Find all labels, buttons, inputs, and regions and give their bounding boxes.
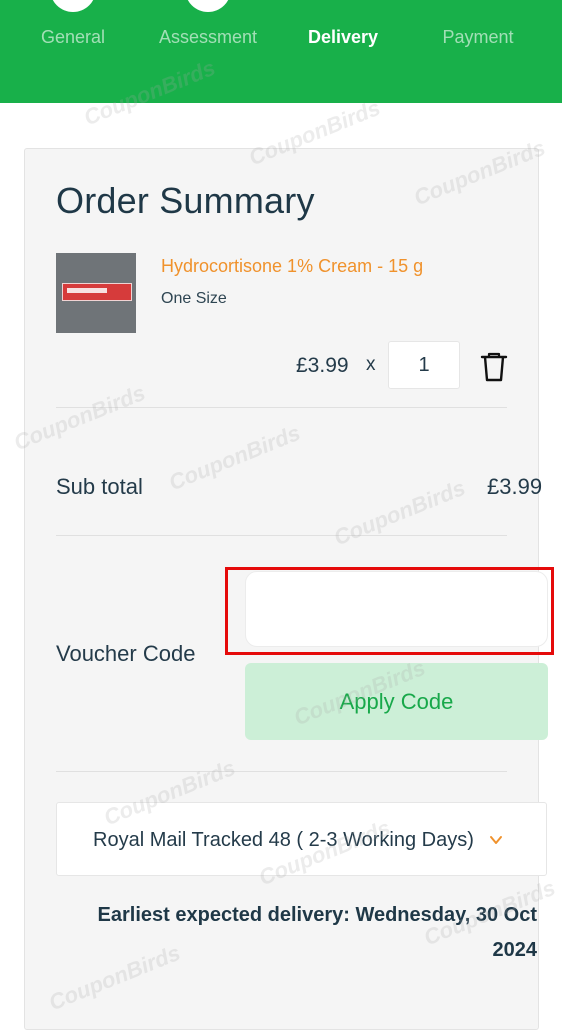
product-size: One Size [161, 290, 227, 307]
chevron-down-icon [490, 836, 502, 844]
times-symbol: x [366, 354, 376, 375]
step-assessment-circle [185, 0, 231, 12]
divider [56, 771, 507, 772]
product-name-link[interactable]: Hydrocortisone 1% Cream - 15 g [161, 256, 423, 277]
checkout-stepper: General Assessment Delivery Payment [0, 0, 562, 103]
step-general[interactable]: General [41, 27, 105, 48]
delivery-method-select[interactable]: Royal Mail Tracked 48 ( 2-3 Working Days… [56, 802, 547, 876]
voucher-code-label: Voucher Code [56, 641, 196, 666]
product-image [56, 253, 136, 333]
step-delivery[interactable]: Delivery [308, 27, 378, 48]
step-general-circle [50, 0, 96, 12]
apply-code-button[interactable]: Apply Code [245, 663, 548, 740]
trash-icon[interactable] [479, 351, 509, 383]
item-price: £3.99 [296, 354, 349, 377]
divider [56, 407, 507, 408]
order-summary-title: Order Summary [56, 180, 315, 221]
voucher-code-input[interactable] [245, 571, 548, 647]
divider [56, 535, 507, 536]
expected-delivery-text: Earliest expected delivery: Wednesday, 3… [97, 904, 537, 961]
delivery-method-value: Royal Mail Tracked 48 ( 2-3 Working Days… [93, 829, 474, 851]
step-payment[interactable]: Payment [442, 27, 513, 48]
step-assessment[interactable]: Assessment [159, 27, 257, 48]
subtotal-value: £3.99 [487, 474, 543, 499]
quantity-input[interactable] [388, 341, 460, 389]
subtotal-label: Sub total [56, 474, 143, 499]
